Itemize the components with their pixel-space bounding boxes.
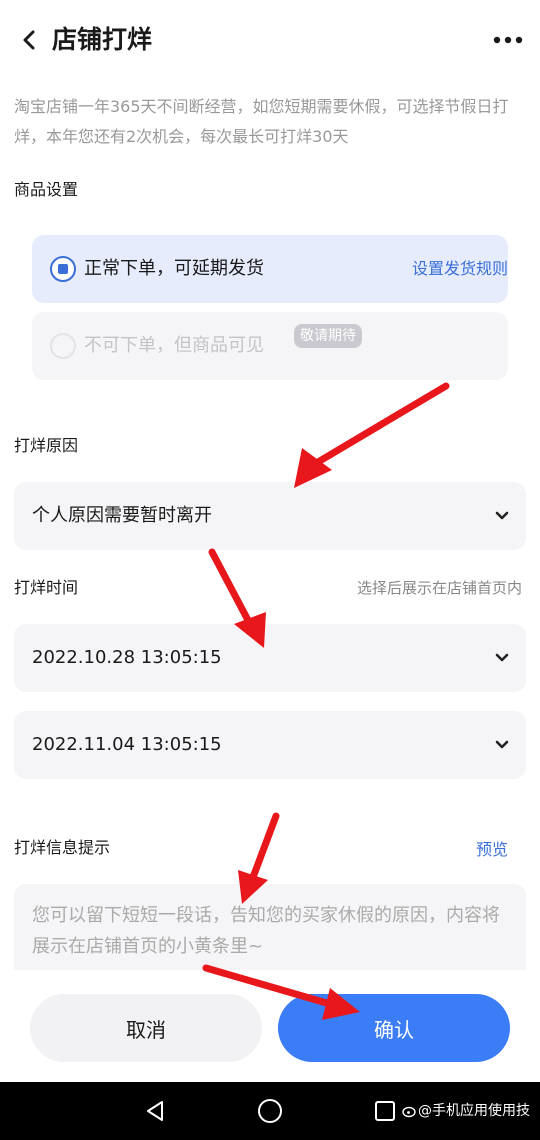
chevron-left-icon[interactable] <box>14 24 46 56</box>
end-time-value: 2022.11.04 13:05:15 <box>32 734 222 755</box>
arrow-to-reason-icon <box>294 382 450 488</box>
preview-link[interactable]: 预览 <box>476 838 508 862</box>
nav-back-icon[interactable] <box>140 1096 170 1126</box>
radio-disabled-icon <box>50 333 76 359</box>
confirm-button[interactable]: 确认 <box>278 994 510 1062</box>
time-hint: 选择后展示在店铺首页内 <box>356 579 522 597</box>
start-time-select[interactable]: 2022.10.28 13:05:15 <box>14 624 526 692</box>
top-bar: 店铺打烊 <box>0 0 540 80</box>
more-dots-icon[interactable] <box>490 24 526 56</box>
coming-soon-badge: 敬请期待 <box>294 324 362 348</box>
time-label: 打烊时间 <box>14 578 79 597</box>
chevron-down-icon <box>492 735 512 755</box>
watermark-text: @手机应用使用技 <box>418 1103 530 1119</box>
weibo-icon <box>402 1102 418 1118</box>
shipping-rules-link[interactable]: 设置发货规则 <box>412 257 508 281</box>
intro-text: 淘宝店铺一年365天不间断经营，如您短期需要休假，可选择节假日打烊，本年您还有2… <box>14 97 509 146</box>
reason-select[interactable]: 个人原因需要暂时离开 <box>14 482 526 550</box>
nav-home-icon[interactable] <box>255 1096 285 1126</box>
end-time-select[interactable]: 2022.11.04 13:05:15 <box>14 711 526 779</box>
radio-selected-icon[interactable] <box>50 256 76 282</box>
footer-bar: 取消 确认 <box>0 970 540 1082</box>
reason-value: 个人原因需要暂时离开 <box>32 505 212 526</box>
option-label: 正常下单，可延期发货 <box>84 258 264 279</box>
option-no-order: 不可下单，但商品可见 敬请期待 <box>32 312 508 380</box>
cancel-button[interactable]: 取消 <box>30 994 262 1062</box>
reason-label: 打烊原因 <box>14 436 79 455</box>
option-label: 不可下单，但商品可见 <box>84 335 264 356</box>
message-input[interactable]: 您可以留下短短一段话，告知您的买家休假的原因，内容将展示在店铺首页的小黄条里~ <box>14 884 526 972</box>
start-time-value: 2022.10.28 13:05:15 <box>32 647 222 668</box>
message-label: 打烊信息提示 <box>14 838 111 857</box>
option-normal-order[interactable]: 正常下单，可延期发货 设置发货规则 <box>32 235 508 303</box>
system-nav-bar: @手机应用使用技 <box>0 1082 540 1140</box>
product-settings-label: 商品设置 <box>14 180 79 199</box>
chevron-down-icon <box>492 506 512 526</box>
page-title: 店铺打烊 <box>52 25 153 54</box>
nav-recents-icon[interactable] <box>370 1096 400 1126</box>
chevron-down-icon <box>492 648 512 668</box>
